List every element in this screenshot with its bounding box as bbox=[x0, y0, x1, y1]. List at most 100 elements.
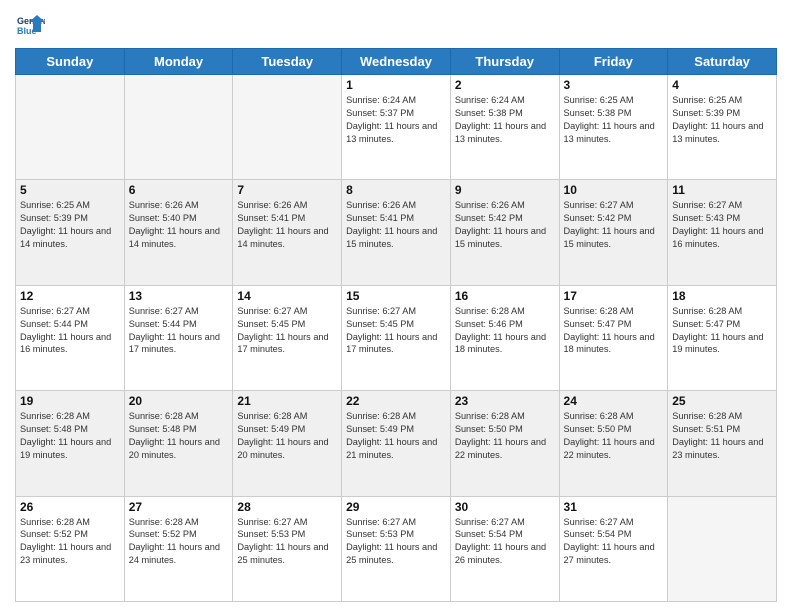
day-cell: 22 Sunrise: 6:28 AMSunset: 5:49 PMDayligh… bbox=[342, 391, 451, 496]
day-cell: 14 Sunrise: 6:27 AMSunset: 5:45 PMDayligh… bbox=[233, 285, 342, 390]
day-number: 8 bbox=[346, 183, 446, 197]
day-cell: 31Sunrise: 6:27 AMSunset: 5:54 PMDayligh… bbox=[559, 496, 668, 601]
weekday-header-monday: Monday bbox=[124, 49, 233, 75]
day-info: Sunrise: 6:27 AMSunset: 5:43 PMDaylight:… bbox=[672, 199, 772, 251]
day-number: 6 bbox=[129, 183, 229, 197]
day-cell: 10 Sunrise: 6:27 AMSunset: 5:42 PMDayligh… bbox=[559, 180, 668, 285]
day-number: 28 bbox=[237, 500, 337, 514]
day-cell bbox=[668, 496, 777, 601]
day-info: Sunrise: 6:27 AMSunset: 5:42 PMDaylight:… bbox=[564, 199, 664, 251]
day-number: 9 bbox=[455, 183, 555, 197]
week-row-1: 5Sunrise: 6:25 AMSunset: 5:39 PMDaylight… bbox=[16, 180, 777, 285]
day-info: Sunrise: 6:26 AMSunset: 5:41 PMDaylight:… bbox=[346, 199, 446, 251]
day-info: Sunrise: 6:27 AMSunset: 5:44 PMDaylight:… bbox=[20, 305, 120, 357]
day-cell: 6 Sunrise: 6:26 AMSunset: 5:40 PMDaylight… bbox=[124, 180, 233, 285]
calendar-table: SundayMondayTuesdayWednesdayThursdayFrid… bbox=[15, 48, 777, 602]
weekday-header-friday: Friday bbox=[559, 49, 668, 75]
day-info: Sunrise: 6:27 AMSunset: 5:53 PMDaylight:… bbox=[237, 516, 337, 568]
day-cell bbox=[16, 75, 125, 180]
day-number: 12 bbox=[20, 289, 120, 303]
day-cell: 26 Sunrise: 6:28 AMSunset: 5:52 PMDayligh… bbox=[16, 496, 125, 601]
day-info: Sunrise: 6:27 AMSunset: 5:44 PMDaylight:… bbox=[129, 305, 229, 357]
day-cell: 18 Sunrise: 6:28 AMSunset: 5:47 PMDayligh… bbox=[668, 285, 777, 390]
day-cell: 5Sunrise: 6:25 AMSunset: 5:39 PMDaylight… bbox=[16, 180, 125, 285]
day-number: 21 bbox=[237, 394, 337, 408]
day-number: 24 bbox=[564, 394, 664, 408]
day-cell: 17Sunrise: 6:28 AMSunset: 5:47 PMDayligh… bbox=[559, 285, 668, 390]
day-cell: 24 Sunrise: 6:28 AMSunset: 5:50 PMDayligh… bbox=[559, 391, 668, 496]
day-info: Sunrise: 6:24 AMSunset: 5:37 PMDaylight:… bbox=[346, 94, 446, 146]
day-cell: 9 Sunrise: 6:26 AMSunset: 5:42 PMDaylight… bbox=[450, 180, 559, 285]
day-number: 1 bbox=[346, 78, 446, 92]
day-info: Sunrise: 6:26 AMSunset: 5:41 PMDaylight:… bbox=[237, 199, 337, 251]
day-number: 13 bbox=[129, 289, 229, 303]
day-info: Sunrise: 6:25 AMSunset: 5:38 PMDaylight:… bbox=[564, 94, 664, 146]
day-info: Sunrise: 6:26 AMSunset: 5:40 PMDaylight:… bbox=[129, 199, 229, 251]
day-cell: 21Sunrise: 6:28 AMSunset: 5:49 PMDayligh… bbox=[233, 391, 342, 496]
day-number: 18 bbox=[672, 289, 772, 303]
day-number: 25 bbox=[672, 394, 772, 408]
day-info: Sunrise: 6:25 AMSunset: 5:39 PMDaylight:… bbox=[672, 94, 772, 146]
day-number: 30 bbox=[455, 500, 555, 514]
weekday-header-wednesday: Wednesday bbox=[342, 49, 451, 75]
day-cell: 15Sunrise: 6:27 AMSunset: 5:45 PMDayligh… bbox=[342, 285, 451, 390]
day-cell: 8 Sunrise: 6:26 AMSunset: 5:41 PMDaylight… bbox=[342, 180, 451, 285]
day-cell: 28 Sunrise: 6:27 AMSunset: 5:53 PMDayligh… bbox=[233, 496, 342, 601]
day-info: Sunrise: 6:28 AMSunset: 5:50 PMDaylight:… bbox=[564, 410, 664, 462]
day-info: Sunrise: 6:28 AMSunset: 5:49 PMDaylight:… bbox=[346, 410, 446, 462]
day-info: Sunrise: 6:28 AMSunset: 5:47 PMDaylight:… bbox=[672, 305, 772, 357]
day-info: Sunrise: 6:27 AMSunset: 5:54 PMDaylight:… bbox=[564, 516, 664, 568]
day-cell: 19 Sunrise: 6:28 AMSunset: 5:48 PMDayligh… bbox=[16, 391, 125, 496]
day-info: Sunrise: 6:28 AMSunset: 5:48 PMDaylight:… bbox=[129, 410, 229, 462]
day-info: Sunrise: 6:28 AMSunset: 5:50 PMDaylight:… bbox=[455, 410, 555, 462]
week-row-2: 12 Sunrise: 6:27 AMSunset: 5:44 PMDayligh… bbox=[16, 285, 777, 390]
day-cell: 25 Sunrise: 6:28 AMSunset: 5:51 PMDayligh… bbox=[668, 391, 777, 496]
weekday-header-sunday: Sunday bbox=[16, 49, 125, 75]
day-info: Sunrise: 6:28 AMSunset: 5:48 PMDaylight:… bbox=[20, 410, 120, 462]
day-number: 7 bbox=[237, 183, 337, 197]
day-number: 27 bbox=[129, 500, 229, 514]
weekday-header-row: SundayMondayTuesdayWednesdayThursdayFrid… bbox=[16, 49, 777, 75]
day-number: 22 bbox=[346, 394, 446, 408]
day-info: Sunrise: 6:26 AMSunset: 5:42 PMDaylight:… bbox=[455, 199, 555, 251]
day-number: 19 bbox=[20, 394, 120, 408]
day-cell: 1 Sunrise: 6:24 AMSunset: 5:37 PMDaylight… bbox=[342, 75, 451, 180]
day-cell: 3 Sunrise: 6:25 AMSunset: 5:38 PMDaylight… bbox=[559, 75, 668, 180]
day-number: 2 bbox=[455, 78, 555, 92]
day-cell: 16Sunrise: 6:28 AMSunset: 5:46 PMDayligh… bbox=[450, 285, 559, 390]
day-cell bbox=[124, 75, 233, 180]
day-info: Sunrise: 6:28 AMSunset: 5:47 PMDaylight:… bbox=[564, 305, 664, 357]
day-cell: 2 Sunrise: 6:24 AMSunset: 5:38 PMDaylight… bbox=[450, 75, 559, 180]
day-info: Sunrise: 6:28 AMSunset: 5:51 PMDaylight:… bbox=[672, 410, 772, 462]
day-number: 29 bbox=[346, 500, 446, 514]
weekday-header-saturday: Saturday bbox=[668, 49, 777, 75]
week-row-0: 1 Sunrise: 6:24 AMSunset: 5:37 PMDaylight… bbox=[16, 75, 777, 180]
day-cell: 27 Sunrise: 6:28 AMSunset: 5:52 PMDayligh… bbox=[124, 496, 233, 601]
weekday-header-tuesday: Tuesday bbox=[233, 49, 342, 75]
day-cell: 7 Sunrise: 6:26 AMSunset: 5:41 PMDaylight… bbox=[233, 180, 342, 285]
day-number: 3 bbox=[564, 78, 664, 92]
day-cell bbox=[233, 75, 342, 180]
day-number: 23 bbox=[455, 394, 555, 408]
week-row-4: 26 Sunrise: 6:28 AMSunset: 5:52 PMDayligh… bbox=[16, 496, 777, 601]
day-number: 14 bbox=[237, 289, 337, 303]
day-info: Sunrise: 6:27 AMSunset: 5:45 PMDaylight:… bbox=[237, 305, 337, 357]
day-info: Sunrise: 6:28 AMSunset: 5:52 PMDaylight:… bbox=[20, 516, 120, 568]
day-info: Sunrise: 6:24 AMSunset: 5:38 PMDaylight:… bbox=[455, 94, 555, 146]
day-number: 4 bbox=[672, 78, 772, 92]
day-number: 5 bbox=[20, 183, 120, 197]
day-info: Sunrise: 6:27 AMSunset: 5:54 PMDaylight:… bbox=[455, 516, 555, 568]
day-number: 11 bbox=[672, 183, 772, 197]
day-info: Sunrise: 6:28 AMSunset: 5:52 PMDaylight:… bbox=[129, 516, 229, 568]
day-cell: 29 Sunrise: 6:27 AMSunset: 5:53 PMDayligh… bbox=[342, 496, 451, 601]
day-number: 10 bbox=[564, 183, 664, 197]
day-cell: 30 Sunrise: 6:27 AMSunset: 5:54 PMDayligh… bbox=[450, 496, 559, 601]
day-number: 16 bbox=[455, 289, 555, 303]
day-info: Sunrise: 6:27 AMSunset: 5:53 PMDaylight:… bbox=[346, 516, 446, 568]
day-cell: 12 Sunrise: 6:27 AMSunset: 5:44 PMDayligh… bbox=[16, 285, 125, 390]
page: General Blue SundayMondayTuesdayWednesda… bbox=[0, 0, 792, 612]
logo-icon: General Blue bbox=[15, 10, 45, 40]
day-cell: 23 Sunrise: 6:28 AMSunset: 5:50 PMDayligh… bbox=[450, 391, 559, 496]
day-number: 26 bbox=[20, 500, 120, 514]
weekday-header-thursday: Thursday bbox=[450, 49, 559, 75]
